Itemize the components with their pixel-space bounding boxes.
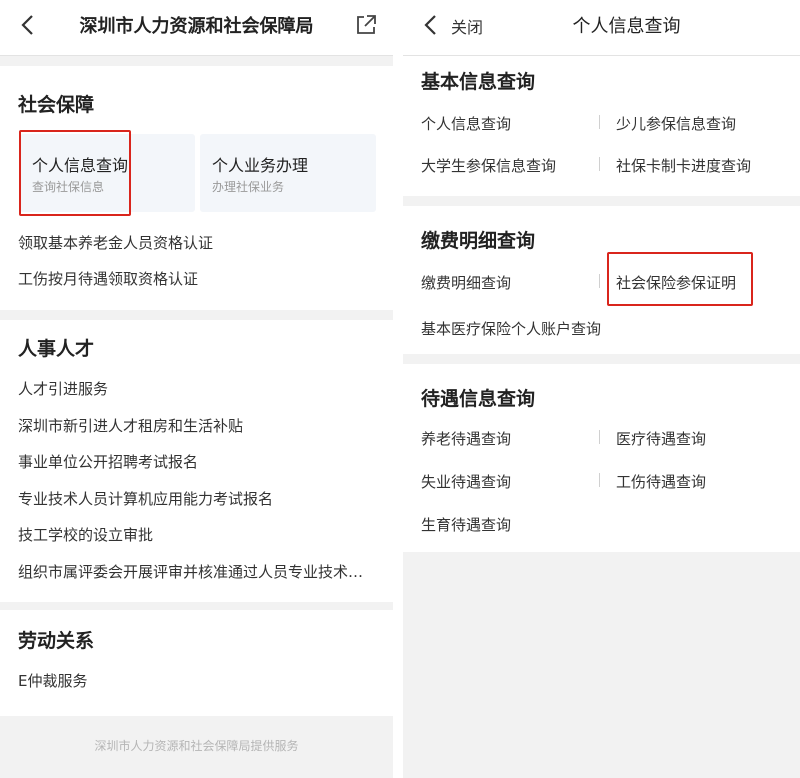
list-item[interactable]: 组织市属评委会开展评审并核准通过人员专业技术… xyxy=(18,561,363,582)
highlight-box xyxy=(19,130,131,216)
highlight-box xyxy=(607,252,753,306)
left-screen: 深圳市人力资源和社会保障局 社会保障 个人信息查询 查询社保信息 个人业务办理 … xyxy=(0,0,393,778)
grid-item[interactable]: 生育待遇查询 xyxy=(421,514,511,535)
section-title: 社会保障 xyxy=(18,94,95,116)
card-title: 个人业务办理 xyxy=(212,156,309,175)
grid-item[interactable]: 养老待遇查询 xyxy=(421,428,511,449)
list-item[interactable]: 领取基本养老金人员资格认证 xyxy=(18,232,213,253)
benefit-info-section: 待遇信息查询 养老待遇查询 医疗待遇查询 失业待遇查询 工伤待遇查询 生育待遇查… xyxy=(403,364,800,552)
separator xyxy=(599,274,600,288)
separator xyxy=(599,157,600,171)
hr-talent-section: 人事人才 人才引进服务 深圳市新引进人才租房和生活补贴 事业单位公开招聘考试报名… xyxy=(0,320,393,602)
footer-text: 深圳市人力资源和社会保障局提供服务 xyxy=(94,739,299,753)
section-title: 人事人才 xyxy=(18,338,95,360)
separator xyxy=(599,473,600,487)
grid-item[interactable]: 工伤待遇查询 xyxy=(616,471,706,492)
list-item[interactable]: 专业技术人员计算机应用能力考试报名 xyxy=(18,488,273,509)
grid-item[interactable]: 缴费明细查询 xyxy=(421,272,511,293)
grid-item[interactable]: 少儿参保信息查询 xyxy=(616,113,736,134)
personal-business-card[interactable]: 个人业务办理 办理社保业务 xyxy=(200,134,376,212)
grid-item[interactable]: 个人信息查询 xyxy=(421,113,511,134)
list-item[interactable]: 人才引进服务 xyxy=(18,378,108,399)
grid-item[interactable]: 医疗待遇查询 xyxy=(616,428,706,449)
right-screen: 关闭 个人信息查询 基本信息查询 个人信息查询 少儿参保信息查询 大学生参保信息… xyxy=(403,0,800,778)
section-title: 基本信息查询 xyxy=(421,71,536,93)
left-nav-bar: 深圳市人力资源和社会保障局 xyxy=(0,0,393,56)
list-item[interactable]: 事业单位公开招聘考试报名 xyxy=(18,451,198,472)
section-title: 缴费明细查询 xyxy=(421,230,536,252)
list-item[interactable]: 工伤按月待遇领取资格认证 xyxy=(18,268,198,289)
panel-divider xyxy=(393,0,403,778)
section-title: 劳动关系 xyxy=(18,630,95,652)
card-subtitle: 办理社保业务 xyxy=(212,180,285,194)
grid-item[interactable]: 大学生参保信息查询 xyxy=(421,155,556,176)
grid-item[interactable]: 失业待遇查询 xyxy=(421,471,511,492)
right-nav-bar: 关闭 个人信息查询 xyxy=(403,0,800,56)
list-item[interactable]: 技工学校的设立审批 xyxy=(18,524,153,545)
page-title: 个人信息查询 xyxy=(572,16,681,37)
social-security-section: 社会保障 个人信息查询 查询社保信息 个人业务办理 办理社保业务 领取基本养老金… xyxy=(0,66,393,310)
labor-relations-section: 劳动关系 E仲裁服务 xyxy=(0,610,393,716)
separator xyxy=(599,115,600,129)
separator xyxy=(599,430,600,444)
list-item[interactable]: 深圳市新引进人才租房和生活补贴 xyxy=(18,415,243,436)
share-icon[interactable] xyxy=(353,12,379,38)
page-title: 深圳市人力资源和社会保障局 xyxy=(79,16,314,37)
grid-item[interactable]: 社保卡制卡进度查询 xyxy=(616,155,751,176)
basic-info-section: 基本信息查询 个人信息查询 少儿参保信息查询 大学生参保信息查询 社保卡制卡进度… xyxy=(403,56,800,196)
grid-item[interactable]: 基本医疗保险个人账户查询 xyxy=(421,318,601,339)
payment-detail-section: 缴费明细查询 缴费明细查询 社会保险参保证明 基本医疗保险个人账户查询 xyxy=(403,206,800,354)
section-title: 待遇信息查询 xyxy=(421,388,536,410)
list-item[interactable]: E仲裁服务 xyxy=(18,670,87,691)
back-icon[interactable] xyxy=(415,10,445,40)
